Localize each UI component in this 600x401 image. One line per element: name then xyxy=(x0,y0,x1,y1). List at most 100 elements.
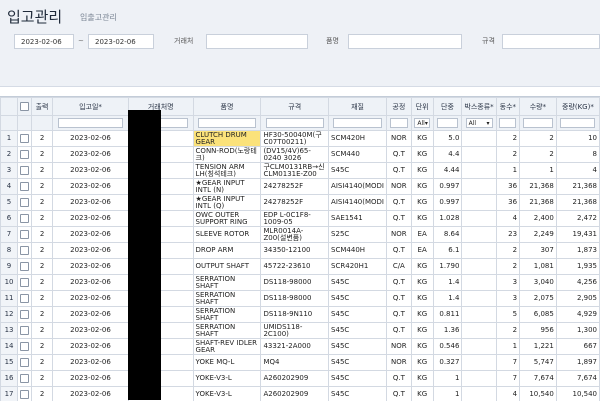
part-name-input[interactable] xyxy=(348,34,462,49)
weight-cell: 1,873 xyxy=(556,243,599,259)
row-checkbox-box[interactable] xyxy=(20,358,29,367)
print-count-cell: 2 xyxy=(32,323,53,339)
unit-cell: KG xyxy=(411,211,433,227)
row-checkbox[interactable] xyxy=(18,243,32,259)
row-checkbox[interactable] xyxy=(18,163,32,179)
row-checkbox-box[interactable] xyxy=(20,342,29,351)
table-row[interactable]: 622023-02-06S&OWC OUTER SUPPORT RINGEDP … xyxy=(1,211,600,227)
quantity-cell: 3,040 xyxy=(520,275,557,291)
row-checkbox-box[interactable] xyxy=(20,214,29,223)
row-checkbox-box[interactable] xyxy=(20,246,29,255)
supplier-input[interactable] xyxy=(206,34,308,49)
table-row[interactable]: 1622023-02-06(주YOKE-V3-LA260202909S45CQ.… xyxy=(1,371,600,387)
col-header-weight-kg[interactable]: 중량(KG)* xyxy=(556,98,599,116)
spec-cell: A260202909 xyxy=(261,387,329,401)
bundles-cell: 7 xyxy=(496,371,519,387)
unit-weight-cell: 4.4 xyxy=(433,147,462,163)
row-checkbox-box[interactable] xyxy=(20,326,29,335)
filter-part-name[interactable] xyxy=(193,116,261,131)
quantity-cell: 1,081 xyxy=(520,259,557,275)
table-row[interactable]: 1522023-02-06(주YOKE MQ-LMQ4S45CNORKG0.32… xyxy=(1,355,600,371)
row-checkbox[interactable] xyxy=(18,387,32,401)
table-row[interactable]: 522023-02-06S&★GEAR INPUT INTL (Q)242782… xyxy=(1,195,600,211)
col-header-quantity[interactable]: 수량* xyxy=(520,98,557,116)
row-checkbox-box[interactable] xyxy=(20,150,29,159)
select-all-checkbox[interactable] xyxy=(18,98,32,116)
row-checkbox-box[interactable] xyxy=(20,294,29,303)
row-checkbox[interactable] xyxy=(18,275,32,291)
filter-bundles[interactable] xyxy=(496,116,519,131)
col-header-process[interactable]: 공정 xyxy=(386,98,411,116)
col-header-box-type[interactable]: 박스종류* xyxy=(462,98,496,116)
box-type-cell xyxy=(462,195,496,211)
row-checkbox-box[interactable] xyxy=(20,262,29,271)
row-checkbox[interactable] xyxy=(18,259,32,275)
filter-spec[interactable] xyxy=(261,116,329,131)
table-row[interactable]: 1322023-02-06(주SERRATION SHAFTUMIDS118-2… xyxy=(1,323,600,339)
table-row[interactable]: 1022023-02-06(주SERRATION SHAFTDS118-9800… xyxy=(1,275,600,291)
col-header-unit[interactable]: 단위 xyxy=(411,98,433,116)
row-checkbox-box[interactable] xyxy=(20,134,29,143)
col-header-part-name[interactable]: 품명 xyxy=(193,98,261,116)
print-count-cell: 2 xyxy=(32,131,53,147)
col-header-bundles[interactable]: 동수* xyxy=(496,98,519,116)
col-header-material[interactable]: 재질 xyxy=(329,98,387,116)
row-checkbox[interactable] xyxy=(18,179,32,195)
row-checkbox-box[interactable] xyxy=(20,374,29,383)
row-checkbox[interactable] xyxy=(18,211,32,227)
row-checkbox[interactable] xyxy=(18,131,32,147)
table-row[interactable]: 222023-02-06(주CONN-ROD(노랑테크)(DV15/4V)65-… xyxy=(1,147,600,163)
row-checkbox-box[interactable] xyxy=(20,310,29,319)
row-checkbox[interactable] xyxy=(18,339,32,355)
date-from-input[interactable]: 2023-02-06 xyxy=(14,34,74,49)
col-header-print[interactable]: 출력 xyxy=(32,98,53,116)
row-checkbox[interactable] xyxy=(18,323,32,339)
date-to-input[interactable]: 2023-02-06 xyxy=(88,34,154,49)
box-type-cell xyxy=(462,211,496,227)
col-header-receipt-date[interactable]: 입고일* xyxy=(53,98,129,116)
row-checkbox-box[interactable] xyxy=(20,198,29,207)
process-cell: NOR xyxy=(386,179,411,195)
row-checkbox[interactable] xyxy=(18,291,32,307)
table-row[interactable]: 922023-02-06(주OUTPUT SHAFT45722-23610SCR… xyxy=(1,259,600,275)
filter-weight[interactable] xyxy=(556,116,599,131)
row-checkbox-box[interactable] xyxy=(20,230,29,239)
filter-unit-weight[interactable] xyxy=(433,116,462,131)
row-checkbox-box[interactable] xyxy=(20,390,29,399)
date-range-separator: ~ xyxy=(78,34,84,49)
filter-box-type-select[interactable]: All▾ xyxy=(462,116,496,131)
filter-quantity[interactable] xyxy=(520,116,557,131)
table-row[interactable]: 822023-02-06(주DROP ARM34350-12100SCM440H… xyxy=(1,243,600,259)
table-row[interactable]: 1222023-02-06(주SERRATION SHAFTDS118-9N11… xyxy=(1,307,600,323)
weight-cell: 21,368 xyxy=(556,195,599,211)
table-row[interactable]: 422023-02-06S&★GEAR INPUT INTL (N)242782… xyxy=(1,179,600,195)
unit-cell: EA xyxy=(411,227,433,243)
weight-cell: 10,540 xyxy=(556,387,599,401)
row-checkbox-box[interactable] xyxy=(20,182,29,191)
table-row[interactable]: 1122023-02-06(주SERRATION SHAFTDS118-9800… xyxy=(1,291,600,307)
row-checkbox-box[interactable] xyxy=(20,278,29,287)
row-checkbox[interactable] xyxy=(18,195,32,211)
table-row[interactable]: 1722023-02-06(주YOKE-V3-LA260202909S45CQ.… xyxy=(1,387,600,401)
filter-process[interactable] xyxy=(386,116,411,131)
col-header-spec[interactable]: 규격 xyxy=(261,98,329,116)
row-checkbox[interactable] xyxy=(18,371,32,387)
filter-unit-select[interactable]: All▾ xyxy=(411,116,433,131)
process-cell: Q.T xyxy=(386,243,411,259)
process-cell: Q.T xyxy=(386,323,411,339)
row-checkbox[interactable] xyxy=(18,307,32,323)
row-checkbox[interactable] xyxy=(18,227,32,243)
table-row[interactable]: 322023-02-06(주TENSION ARM LH(칭석테크)구CLM01… xyxy=(1,163,600,179)
part-name-cell: SLEEVE ROTOR xyxy=(193,227,261,243)
filter-material[interactable] xyxy=(329,116,387,131)
row-checkbox-box[interactable] xyxy=(20,166,29,175)
filter-receipt-date[interactable] xyxy=(53,116,129,131)
col-header-unit-weight[interactable]: 단중 xyxy=(433,98,462,116)
table-row[interactable]: 122023-02-06(주CLUTCH DRUM GEARHF30-50040… xyxy=(1,131,600,147)
row-checkbox[interactable] xyxy=(18,147,32,163)
row-checkbox[interactable] xyxy=(18,355,32,371)
row-number: 17 xyxy=(1,387,18,401)
table-row[interactable]: 722023-02-06S&SLEEVE ROTORMLR0014A-Z00(설… xyxy=(1,227,600,243)
spec-input[interactable] xyxy=(502,34,600,49)
table-row[interactable]: 1422023-02-06(주SHAFT-REV IDLER GEAR43321… xyxy=(1,339,600,355)
